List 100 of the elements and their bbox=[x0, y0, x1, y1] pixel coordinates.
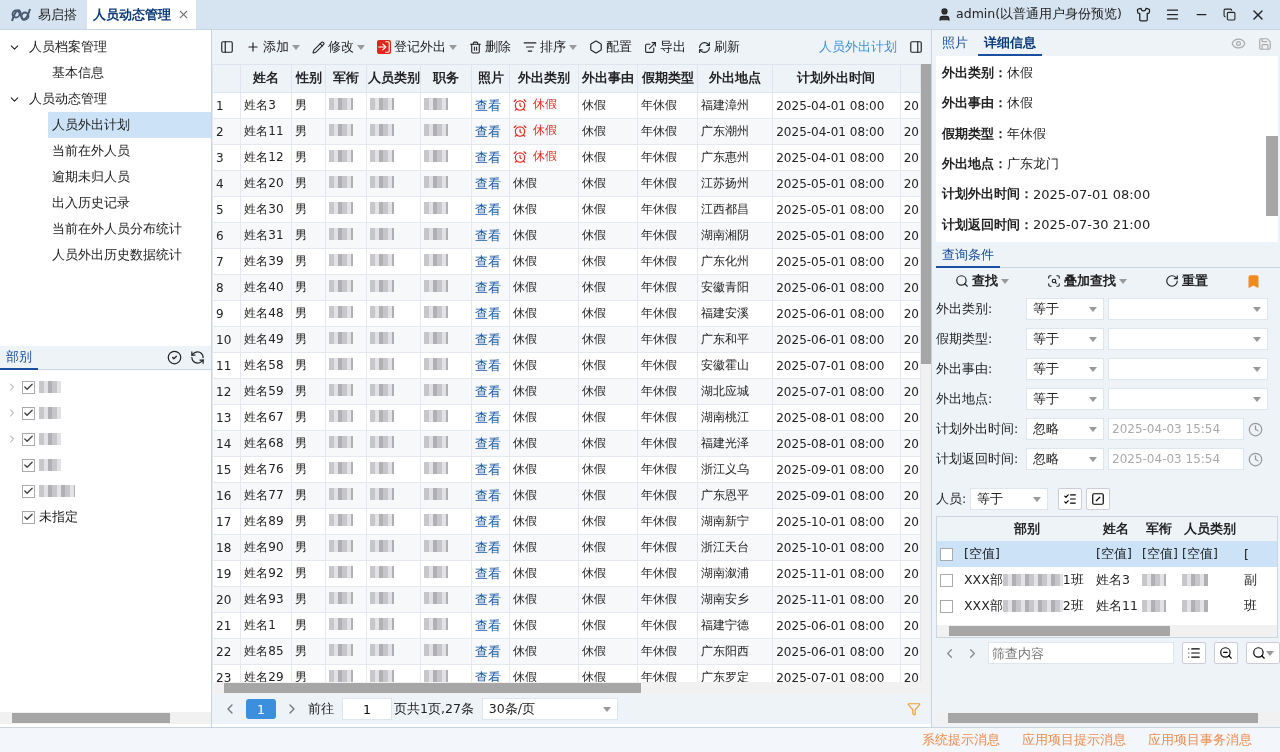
checkbox[interactable] bbox=[940, 573, 953, 587]
panel-tab[interactable]: 部别 bbox=[0, 345, 38, 370]
page-tab[interactable]: 人员动态管理 bbox=[87, 0, 196, 29]
filter-icon[interactable] bbox=[907, 702, 921, 716]
row-number: 19 bbox=[216, 566, 232, 581]
toolbar-button[interactable]: 修改 bbox=[312, 38, 365, 56]
table-cell: 姓名12 bbox=[244, 149, 284, 166]
query-button[interactable]: 重置 bbox=[1165, 272, 1208, 290]
toolbar-button[interactable]: 登记外出 bbox=[377, 38, 457, 56]
check-circle-icon[interactable] bbox=[167, 350, 182, 365]
nav-group[interactable]: 人员档案管理 bbox=[0, 34, 211, 60]
nav-item[interactable]: 逾期未归人员 bbox=[48, 164, 211, 190]
detail-tab[interactable]: 照片 bbox=[936, 32, 974, 56]
page-summary: 页共1页,27条 bbox=[394, 700, 474, 718]
checkbox[interactable] bbox=[22, 484, 35, 498]
checkbox[interactable] bbox=[22, 510, 35, 524]
list-button[interactable] bbox=[1182, 642, 1206, 664]
operator-select[interactable]: 等于 bbox=[1026, 388, 1104, 410]
scrollbar[interactable] bbox=[0, 712, 211, 724]
datetime-field[interactable]: 2025-04-03 15:54 bbox=[1108, 418, 1244, 440]
nav-item[interactable]: 当前在外人员 bbox=[48, 138, 211, 164]
scrollbar[interactable] bbox=[212, 682, 931, 694]
panel-toggle-icon[interactable] bbox=[909, 40, 923, 54]
operator-select[interactable]: 忽略 bbox=[1026, 448, 1104, 470]
toolbar-button[interactable]: 配置 bbox=[589, 38, 632, 56]
table-cell: 湖南安乡 bbox=[701, 591, 750, 608]
redacted-block bbox=[329, 254, 354, 266]
filter-input[interactable]: 筛查内容 bbox=[988, 642, 1174, 664]
clock-icon[interactable] bbox=[1248, 451, 1263, 467]
scrollbar[interactable] bbox=[921, 64, 931, 682]
column-header[interactable]: 假期类型 bbox=[637, 64, 698, 93]
column-header[interactable]: 姓名 bbox=[240, 64, 292, 93]
column-header[interactable]: 职务 bbox=[420, 64, 472, 93]
checkbox[interactable] bbox=[940, 599, 953, 613]
nav-item[interactable]: 出入历史记录 bbox=[48, 190, 211, 216]
table-cell: 休假 bbox=[513, 96, 558, 114]
scrollbar[interactable] bbox=[937, 625, 1277, 637]
nav-group[interactable]: 人员动态管理 bbox=[0, 86, 211, 112]
table-cell: 姓名3 bbox=[244, 97, 276, 114]
save-icon[interactable] bbox=[1258, 37, 1272, 51]
column-header[interactable]: 人员类别 bbox=[1179, 520, 1241, 538]
column-header[interactable]: 外出类别 bbox=[509, 64, 579, 93]
scrollbar[interactable] bbox=[936, 712, 1280, 724]
operator-select[interactable]: 忽略 bbox=[1026, 418, 1104, 440]
sidebar-toggle-icon[interactable] bbox=[220, 40, 234, 54]
operator-select[interactable]: 等于 bbox=[1026, 328, 1104, 350]
checkbox[interactable] bbox=[22, 406, 35, 420]
clock-icon[interactable] bbox=[1248, 421, 1263, 437]
table-cell: 年休假 bbox=[640, 617, 677, 634]
table-cell: 年休假 bbox=[640, 357, 677, 374]
refresh-icon[interactable] bbox=[190, 350, 205, 365]
toolbar-button[interactable]: 刷新 bbox=[698, 38, 740, 56]
column-header[interactable]: 姓名 bbox=[1093, 520, 1139, 538]
search-button[interactable] bbox=[1246, 642, 1280, 664]
table-cell: 休假 bbox=[582, 97, 607, 114]
column-header[interactable]: 外出事由 bbox=[578, 64, 638, 93]
shirt-icon[interactable] bbox=[1136, 7, 1151, 22]
query-button[interactable]: 叠加查找 bbox=[1047, 272, 1127, 290]
operator-select[interactable]: 等于 bbox=[970, 488, 1049, 510]
bookmark-icon[interactable] bbox=[1246, 273, 1261, 289]
column-header[interactable]: 照片 bbox=[471, 64, 510, 93]
nav-item[interactable]: 基本信息 bbox=[48, 60, 211, 86]
column-header[interactable]: 部别 bbox=[961, 520, 1093, 538]
restore-icon[interactable] bbox=[1223, 8, 1236, 21]
nav-item[interactable]: 当前在外人员分布统计 bbox=[48, 216, 211, 242]
grid-row[interactable]: [空值] [空值] [空值] [空值] [ bbox=[937, 541, 1277, 567]
grid-cell: [空值] bbox=[1096, 545, 1132, 563]
query-button[interactable]: 查找 bbox=[955, 272, 1009, 290]
column-header[interactable]: 人员类别 bbox=[366, 64, 421, 93]
operator-select[interactable]: 等于 bbox=[1026, 358, 1104, 380]
table-cell: 男 bbox=[294, 565, 307, 582]
list-check-button[interactable] bbox=[1058, 488, 1083, 510]
toolbar-button[interactable]: 导出 bbox=[644, 38, 686, 56]
column-header[interactable]: 计划外出时间 bbox=[772, 64, 901, 93]
column-header[interactable]: 性别 bbox=[291, 64, 326, 93]
checkbox[interactable] bbox=[22, 380, 35, 394]
page-size-select[interactable]: 30条/页 bbox=[481, 698, 618, 720]
detail-label: 计划外出时间： bbox=[942, 185, 1033, 204]
table-cell: 2025-06-01 08:00 bbox=[776, 644, 885, 659]
clear-selection-button[interactable] bbox=[1086, 488, 1111, 510]
tree-label[interactable]: 未指定 bbox=[39, 508, 78, 526]
eye-icon[interactable] bbox=[1231, 36, 1246, 51]
toolbar-button[interactable]: 删除 bbox=[469, 38, 511, 56]
nav-item[interactable]: 人员外出历史数据统计 bbox=[48, 242, 211, 268]
operator-select[interactable]: 等于 bbox=[1026, 298, 1104, 320]
nav-item[interactable]: 人员外出计划 bbox=[48, 112, 211, 138]
zoom-out-button[interactable] bbox=[1214, 642, 1238, 664]
page-input[interactable]: 1 bbox=[342, 698, 392, 720]
toolbar-button[interactable]: 添加 bbox=[246, 38, 300, 56]
datetime-field[interactable]: 2025-04-03 15:54 bbox=[1108, 448, 1244, 470]
checkbox[interactable] bbox=[22, 432, 35, 446]
checkbox[interactable] bbox=[940, 547, 953, 561]
table-cell: 2025-05-01 08:00 bbox=[776, 176, 885, 191]
column-header[interactable]: 军衔 bbox=[1139, 520, 1179, 538]
checkbox[interactable] bbox=[22, 458, 35, 472]
panel-tab[interactable]: 查询条件 bbox=[936, 243, 1000, 268]
column-header[interactable]: 军衔 bbox=[325, 64, 367, 93]
column-header[interactable]: 外出地点 bbox=[697, 64, 773, 93]
toolbar-button[interactable]: 排序 bbox=[523, 38, 577, 56]
menu-icon[interactable] bbox=[1165, 7, 1180, 22]
